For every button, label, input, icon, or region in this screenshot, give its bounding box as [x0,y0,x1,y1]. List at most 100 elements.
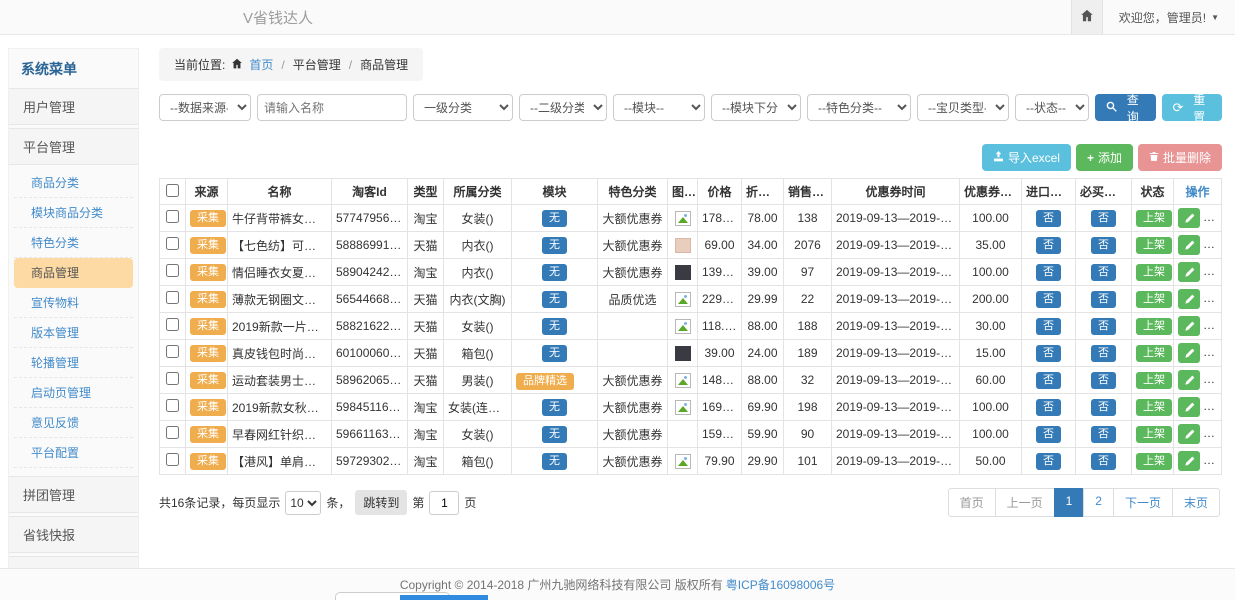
filter-select-4[interactable]: --模块-- [613,94,705,121]
coupon-time: 2019-09-13—2019-09-17 [832,286,960,313]
must-buy-toggle[interactable]: 否 [1091,210,1116,227]
reset-button[interactable]: ⟳ 重置 [1162,94,1222,121]
imported-toggle[interactable]: 否 [1036,345,1061,362]
imported-toggle[interactable]: 否 [1036,453,1061,470]
sidebar-subitem-9[interactable]: 启动页管理 [14,378,133,408]
jump-page-input[interactable] [429,491,459,515]
must-buy-toggle[interactable]: 否 [1091,399,1116,416]
breadcrumb-home-link[interactable]: 首页 [249,56,273,73]
add-button[interactable]: + 添加 [1076,144,1133,171]
edit-button[interactable] [1178,370,1200,390]
page-button-1[interactable]: 1 [1054,488,1085,517]
must-buy-toggle[interactable]: 否 [1091,264,1116,281]
jump-button[interactable]: 跳转到 [355,490,407,515]
icp-link[interactable]: 粤ICP备16098006号 [726,576,835,593]
feature-category [598,340,668,367]
product-name: 【七色纺】可爱纯棉家... [228,232,332,259]
status-toggle[interactable]: 上架 [1136,399,1172,416]
sidebar-subitem-10[interactable]: 意见反馈 [14,408,133,438]
main-content: 当前位置: 首页 / 平台管理 / 商品管理 --数据来源--一级分类--二级分… [159,48,1222,517]
sidebar-subitem-3[interactable]: 模块商品分类 [14,198,133,228]
records-summary: 共16条记录，每页显示 [159,494,280,511]
imported-toggle[interactable]: 否 [1036,291,1061,308]
filter-select-8[interactable]: --状态-- [1015,94,1089,121]
must-buy-toggle[interactable]: 否 [1091,426,1116,443]
product-type: 淘宝 [408,205,444,232]
must-buy-toggle[interactable]: 否 [1091,372,1116,389]
status-toggle[interactable]: 上架 [1136,345,1172,362]
status-toggle[interactable]: 上架 [1136,453,1172,470]
imported-toggle[interactable]: 否 [1036,318,1061,335]
sidebar-subitem-2[interactable]: 商品分类 [14,168,133,198]
filter-select-0[interactable]: --数据来源-- [159,94,251,121]
edit-button[interactable] [1178,316,1200,336]
must-buy-toggle[interactable]: 否 [1091,291,1116,308]
edit-button[interactable] [1178,397,1200,417]
imported-toggle[interactable]: 否 [1036,372,1061,389]
status-toggle[interactable]: 上架 [1136,237,1172,254]
edit-button[interactable] [1178,262,1200,282]
batch-delete-button[interactable]: 批量删除 [1138,144,1222,171]
module-cell: 无 [512,205,598,232]
sidebar-item-0[interactable]: 用户管理 [9,88,138,125]
row-checkbox[interactable] [166,291,179,304]
taoke-id: 588869917501 [332,232,408,259]
status-toggle[interactable]: 上架 [1136,426,1172,443]
sidebar-item-13[interactable]: 省钱快报 [9,516,138,553]
status-toggle[interactable]: 上架 [1136,210,1172,227]
row-checkbox[interactable] [166,318,179,331]
filter-select-6[interactable]: --特色分类-- [807,94,911,121]
imported-toggle[interactable]: 否 [1036,237,1061,254]
sidebar-subitem-7[interactable]: 版本管理 [14,318,133,348]
imported-toggle[interactable]: 否 [1036,210,1061,227]
must-buy-toggle[interactable]: 否 [1091,237,1116,254]
product-name: 2019新款女秋薄款... [228,394,332,421]
filter-select-5[interactable]: --模块下分类-- [711,94,801,121]
sidebar-subitem-4[interactable]: 特色分类 [14,228,133,258]
row-checkbox[interactable] [166,210,179,223]
row-checkbox[interactable] [166,426,179,439]
status-toggle[interactable]: 上架 [1136,372,1172,389]
search-button[interactable]: 查询 [1095,94,1156,121]
row-checkbox[interactable] [166,237,179,250]
page-button-末页[interactable]: 末页 [1172,488,1220,517]
filter-select-7[interactable]: --宝贝类型-- [917,94,1009,121]
filter-select-3[interactable]: --二级分类-- [519,94,607,121]
status-toggle[interactable]: 上架 [1136,291,1172,308]
user-menu[interactable]: 欢迎您，管理员! ▼ [1103,0,1235,34]
edit-button[interactable] [1178,289,1200,309]
name-search-input[interactable] [257,94,407,121]
must-buy-toggle[interactable]: 否 [1091,453,1116,470]
home-button[interactable] [1071,0,1103,34]
edit-button[interactable] [1178,208,1200,228]
status-toggle[interactable]: 上架 [1136,318,1172,335]
row-checkbox[interactable] [166,264,179,277]
import-excel-button[interactable]: 导入excel [982,144,1071,171]
page-button-2[interactable]: 2 [1083,488,1114,517]
per-page-select[interactable]: 10 [285,491,321,515]
row-checkbox[interactable] [166,453,179,466]
must-buy-toggle[interactable]: 否 [1091,345,1116,362]
sidebar-item-1[interactable]: 平台管理 [9,128,138,165]
row-checkbox[interactable] [166,372,179,385]
row-checkbox[interactable] [166,399,179,412]
row-checkbox[interactable] [166,345,179,358]
filter-select-2[interactable]: 一级分类 [413,94,513,121]
sales-count: 22 [784,286,832,313]
page-button-下一页[interactable]: 下一页 [1113,488,1173,517]
imported-toggle[interactable]: 否 [1036,399,1061,416]
edit-button[interactable] [1178,424,1200,444]
must-buy-toggle[interactable]: 否 [1091,318,1116,335]
imported-toggle[interactable]: 否 [1036,264,1061,281]
edit-button[interactable] [1178,235,1200,255]
sidebar-item-12[interactable]: 拼团管理 [9,476,138,513]
status-toggle[interactable]: 上架 [1136,264,1172,281]
edit-button[interactable] [1178,451,1200,471]
select-all-checkbox[interactable] [166,184,179,197]
sidebar-subitem-8[interactable]: 轮播管理 [14,348,133,378]
edit-button[interactable] [1178,343,1200,363]
imported-toggle[interactable]: 否 [1036,426,1061,443]
sidebar-subitem-11[interactable]: 平台配置 [14,438,133,468]
sidebar-subitem-6[interactable]: 宣传物料 [14,288,133,318]
sidebar-subitem-5[interactable]: 商品管理 [14,258,133,288]
